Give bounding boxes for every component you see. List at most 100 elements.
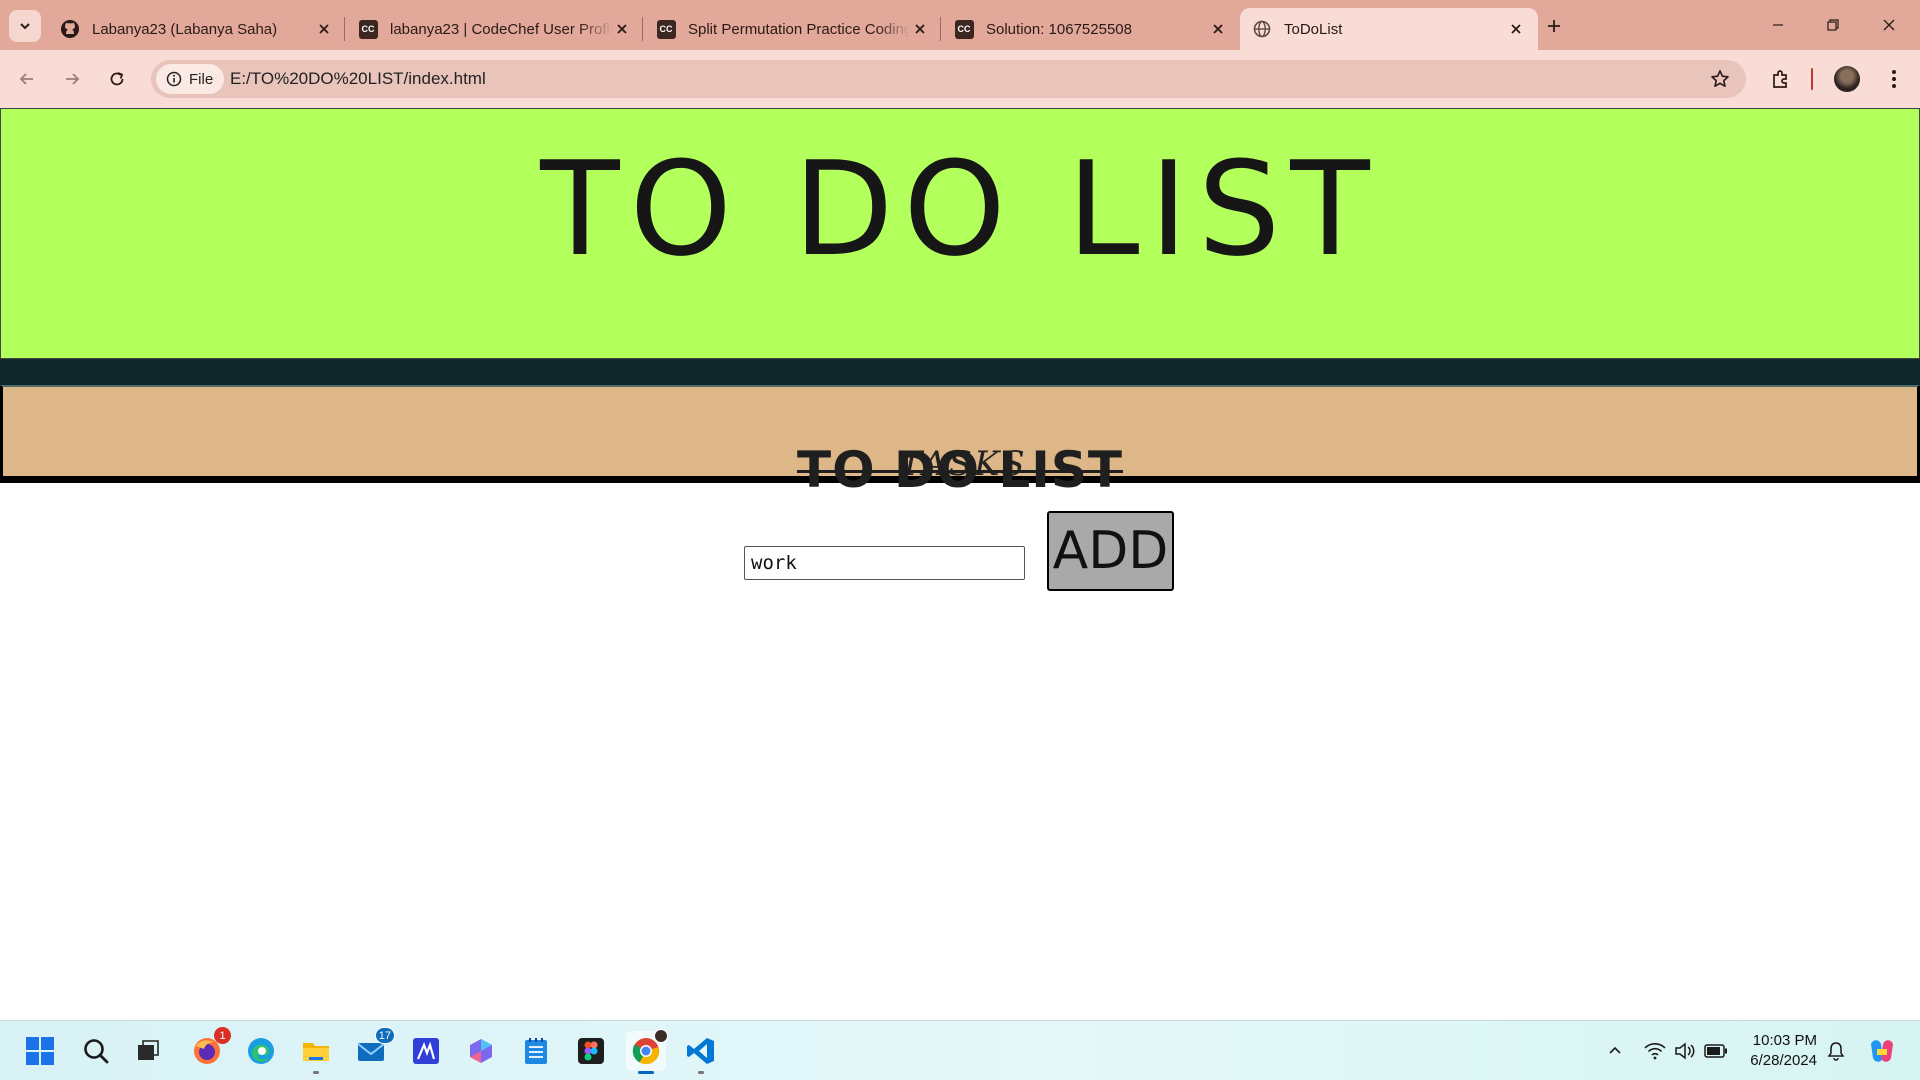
chrome-menu-button[interactable] <box>1879 64 1909 94</box>
tab-separator <box>642 17 643 41</box>
notifications-button[interactable] <box>1824 1039 1848 1063</box>
kebab-menu-icon <box>1892 70 1896 88</box>
back-arrow-icon <box>19 73 33 85</box>
restore-button[interactable] <box>1813 10 1853 40</box>
battery-icon <box>1704 1044 1727 1058</box>
codechef-icon: CC <box>358 19 378 39</box>
restore-icon <box>1827 19 1839 31</box>
notepad-icon <box>525 1038 547 1064</box>
tab-split-permutation[interactable]: CC Split Permutation Practice Coding <box>644 8 942 50</box>
start-button[interactable] <box>20 1031 60 1071</box>
close-icon[interactable] <box>612 19 632 39</box>
url-text: E:/TO%20DO%20LIST/index.html <box>230 69 486 88</box>
forward-button[interactable] <box>57 64 87 94</box>
wifi-button[interactable] <box>1643 1039 1667 1063</box>
tab-title: Split Permutation Practice Coding <box>688 20 910 38</box>
file-explorer-button[interactable] <box>296 1031 336 1074</box>
show-hidden-icons-button[interactable] <box>1603 1039 1627 1063</box>
chrome-button[interactable] <box>626 1029 668 1074</box>
figma-icon <box>578 1038 604 1064</box>
figma-button[interactable] <box>571 1031 611 1071</box>
clock-date: 6/28/2024 <box>1750 1052 1817 1069</box>
math-app-icon <box>413 1038 439 1064</box>
subheading: TO DO LIST <box>796 441 1123 499</box>
clock[interactable]: 10:03 PM 6/28/2024 <box>1727 1031 1817 1071</box>
mail-button[interactable]: 17 <box>351 1027 395 1071</box>
tab-separator <box>344 17 345 41</box>
close-icon[interactable] <box>1208 19 1228 39</box>
address-bar[interactable]: File E:/TO%20DO%20LIST/index.html <box>151 60 1746 98</box>
edge-button[interactable] <box>241 1031 281 1071</box>
site-chip-label: File <box>189 70 214 88</box>
close-icon[interactable] <box>910 19 930 39</box>
browser-tab-strip: Labanya23 (Labanya Saha) CC labanya23 | … <box>0 0 1920 50</box>
vscode-button[interactable] <box>681 1031 721 1074</box>
firefox-button[interactable]: 1 <box>187 1027 231 1071</box>
extensions-button[interactable] <box>1766 64 1796 94</box>
codechef-icon: CC <box>954 19 974 39</box>
windows-taskbar: 1 17 10:03 PM 6/28/2024 <box>0 1020 1920 1080</box>
notepad-button[interactable] <box>516 1031 556 1071</box>
tab-solution[interactable]: CC Solution: 1067525508 <box>942 8 1240 50</box>
clock-time: 10:03 PM <box>1752 1032 1817 1049</box>
tab-github[interactable]: Labanya23 (Labanya Saha) <box>48 8 346 50</box>
wifi-icon <box>1644 1043 1666 1060</box>
bell-icon <box>1827 1042 1845 1061</box>
toolbar-divider <box>1811 68 1813 90</box>
close-icon[interactable] <box>1506 19 1526 39</box>
new-tab-button[interactable] <box>1540 12 1568 40</box>
avatar <box>654 1029 668 1043</box>
globe-icon <box>1252 19 1272 39</box>
copilot-tray-button[interactable] <box>1866 1035 1898 1067</box>
plus-icon <box>1548 20 1560 32</box>
back-button[interactable] <box>12 64 42 94</box>
page-title: TO DO LIST <box>540 133 1380 285</box>
search-button[interactable] <box>76 1031 116 1071</box>
avatar <box>1834 66 1860 92</box>
start-icon <box>26 1037 54 1065</box>
running-indicator <box>313 1071 319 1074</box>
chevron-up-icon <box>1609 1046 1621 1054</box>
task-input[interactable] <box>744 546 1025 580</box>
star-icon <box>1711 70 1729 87</box>
task-view-button[interactable] <box>128 1031 168 1071</box>
tab-separator <box>940 17 941 41</box>
tab-search-button[interactable] <box>9 10 41 42</box>
add-button[interactable]: ADD <box>1047 511 1174 591</box>
search-icon <box>84 1039 109 1064</box>
math-app-button[interactable] <box>406 1031 446 1071</box>
puzzle-icon <box>1773 70 1787 88</box>
tab-title: Labanya23 (Labanya Saha) <box>92 20 278 38</box>
edge-icon <box>248 1038 274 1064</box>
site-info-chip[interactable]: File <box>156 64 224 94</box>
notification-badge: 1 <box>214 1027 231 1044</box>
running-indicator <box>698 1071 704 1074</box>
minimize-icon <box>1773 24 1783 26</box>
notification-badge: 17 <box>374 1027 395 1044</box>
page-viewport: TO DO LIST TASKS TO DO LIST ADD <box>0 108 1920 1020</box>
copilot-button[interactable] <box>461 1031 501 1071</box>
info-icon <box>166 71 182 87</box>
tab-codechef-profile[interactable]: CC labanya23 | CodeChef User Profile <box>346 8 644 50</box>
running-indicator <box>638 1071 654 1074</box>
tab-title: Solution: 1067525508 <box>986 20 1132 38</box>
github-icon <box>60 19 80 39</box>
close-window-button[interactable] <box>1869 10 1909 40</box>
task-view-icon <box>138 1040 159 1060</box>
forward-arrow-icon <box>66 73 80 85</box>
chevron-down-icon <box>20 23 30 30</box>
bookmark-button[interactable] <box>1708 67 1732 91</box>
profile-button[interactable] <box>1832 64 1862 94</box>
volume-button[interactable] <box>1673 1039 1697 1063</box>
file-explorer-icon <box>303 1043 329 1061</box>
close-icon[interactable] <box>314 19 334 39</box>
reload-button[interactable] <box>102 64 132 94</box>
dark-divider-strip <box>0 359 1920 385</box>
minimize-button[interactable] <box>1758 10 1798 40</box>
close-icon <box>1883 19 1895 31</box>
codechef-icon: CC <box>656 19 676 39</box>
tab-todolist[interactable]: ToDoList <box>1240 8 1538 50</box>
copilot-icon <box>470 1039 492 1063</box>
tab-title: labanya23 | CodeChef User Profile <box>390 20 612 38</box>
battery-button[interactable] <box>1704 1039 1728 1063</box>
